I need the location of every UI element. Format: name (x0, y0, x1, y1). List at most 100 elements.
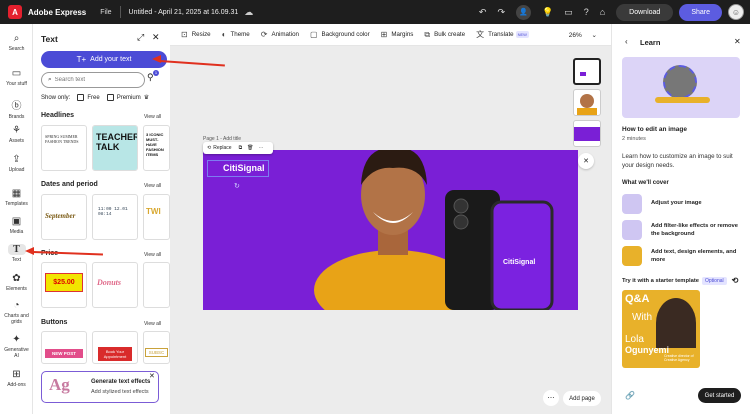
comment-icon[interactable]: ▭ (564, 7, 573, 18)
addons-icon: ⊞ (12, 369, 21, 380)
text-template-thumb[interactable]: 11:00 12.01 08:14 (92, 194, 138, 240)
search-input[interactable] (54, 77, 135, 83)
lesson-step-thumb (622, 246, 642, 266)
link-icon[interactable]: 🔗 (625, 391, 635, 400)
free-checkbox[interactable] (77, 94, 85, 101)
user-avatar[interactable]: ☺ (728, 4, 744, 20)
section-title-dates: Dates and period (41, 181, 98, 188)
arrowhead-icon (152, 55, 161, 63)
text-icon: T (7, 244, 26, 255)
margins-button[interactable]: ⊞ Margins (381, 30, 414, 39)
adobe-express-logo[interactable]: A (8, 5, 22, 19)
gift-icon[interactable]: ⌂ (600, 7, 605, 17)
cover-heading: What we'll cover (622, 180, 669, 186)
theme-button[interactable]: ◐ Theme (222, 30, 250, 39)
text-template-thumb[interactable]: 3 ICONIC MUST-HAVE FASHION ITEMS (143, 125, 170, 171)
premium-checkbox[interactable] (106, 94, 114, 101)
sparkle-icon: ✦ (12, 334, 21, 345)
cover-item[interactable]: Add text, design elements, and more (622, 246, 742, 270)
app-name: Adobe Express (28, 7, 87, 17)
rail-item-assets[interactable]: ⚘ Assets (0, 125, 33, 144)
lesson-hero-image (622, 57, 740, 118)
cover-item[interactable]: Add filter-like effects or remove the ba… (622, 220, 742, 244)
rail-item-upload[interactable]: ⇪ Upload (0, 154, 33, 173)
section-title-headlines: Headlines (41, 112, 75, 119)
text-panel: Text ⤢ ✕ T+Add your text ⌕ ⚲ 1 Show only… (33, 24, 170, 414)
text-template-thumb[interactable]: NEW POST (41, 331, 87, 364)
animation-button[interactable]: ⟳ Animation (261, 30, 299, 39)
citisignal-logo-text[interactable]: CitiSignal (223, 163, 265, 173)
page-thumbnail-1[interactable] (573, 58, 601, 85)
translate-button[interactable]: 文 Translate NEW (476, 29, 529, 40)
cover-item[interactable]: Adjust your image (622, 194, 742, 218)
collaborator-icon[interactable]: 👤 (515, 4, 531, 20)
upload-icon: ⇪ (12, 154, 21, 165)
replace-button[interactable]: Replace (213, 145, 231, 151)
rail-item-generative-ai[interactable]: ✦ Generative AI (0, 334, 33, 359)
text-template-thumb[interactable]: SUBSC (143, 331, 170, 364)
assets-icon: ⚘ (12, 125, 21, 136)
rail-item-elements[interactable]: ✿ Elements (0, 273, 33, 292)
add-page-button[interactable]: Add page (563, 391, 601, 406)
get-started-button[interactable]: Get started (698, 388, 741, 403)
text-template-thumb[interactable]: Book Your Appointment (92, 331, 138, 364)
trash-icon[interactable]: 🗑 (247, 145, 253, 151)
rail-item-media[interactable]: ▣ Media (0, 216, 33, 235)
lesson-step-thumb (622, 220, 642, 240)
help-icon[interactable]: ? (584, 7, 589, 17)
rail-item-your-stuff[interactable]: ▭ Your stuff (0, 68, 33, 87)
text-template-thumb[interactable]: Donuts (92, 262, 138, 308)
text-template-thumb[interactable]: September (41, 194, 87, 240)
more-icon[interactable]: ⋯ (259, 145, 264, 151)
rotate-handle-icon[interactable]: ↻ (234, 182, 240, 190)
zoom-dropdown[interactable]: 26% ⌄ (569, 31, 597, 39)
more-options-icon[interactable]: ⋯ (543, 390, 559, 406)
text-template-thumb[interactable]: TEACHER TALK (92, 125, 138, 171)
document-title[interactable]: Untitled - April 21, 2025 at 16.09.31 (129, 9, 239, 16)
download-button[interactable]: Download (616, 3, 674, 21)
rail-item-brands[interactable]: ⓑ Brands (0, 97, 33, 120)
view-all-dates[interactable]: View all (144, 183, 161, 189)
generate-text-effects-card[interactable]: Ag Generate text effects Add stylized te… (41, 371, 159, 403)
expand-icon[interactable]: ⤢ (137, 32, 144, 43)
page-thumbnail-3[interactable] (573, 120, 601, 147)
rail-item-templates[interactable]: ▦ Templates (0, 188, 33, 207)
starter-template-card[interactable]: Q&A With Lola Ogunyemi Creative director… (622, 290, 700, 368)
close-icon[interactable]: ✕ (578, 153, 594, 169)
close-icon[interactable]: ✕ (152, 32, 160, 43)
text-template-thumb[interactable]: $25.00 (41, 262, 87, 308)
search-field[interactable]: ⌕ (41, 72, 145, 88)
back-chevron-icon[interactable]: ‹ (625, 37, 628, 46)
rail-item-search[interactable]: ⌕ Search (0, 33, 33, 52)
redo-icon[interactable]: ↷ (497, 7, 505, 18)
text-template-thumb[interactable] (143, 262, 170, 308)
cloud-sync-icon[interactable]: ☁ (244, 7, 253, 18)
background-color-button[interactable]: ▢ Background color (310, 30, 370, 39)
text-template-thumb[interactable]: SPRING SUMMER FASHION TRENDS (41, 125, 87, 171)
gen-effects-subtitle: Add stylized text effects (91, 389, 149, 395)
close-icon[interactable]: ✕ (734, 37, 741, 46)
lightbulb-icon[interactable]: 💡 (542, 7, 553, 18)
lesson-title: How to edit an image (622, 126, 688, 133)
text-template-thumb[interactable]: TWI (143, 194, 170, 240)
file-menu[interactable]: File (100, 9, 111, 16)
bulk-create-button[interactable]: ⧉ Bulk create (424, 30, 465, 40)
rail-item-charts[interactable]: ◔ Charts and grids (0, 300, 33, 325)
page-thumbnail-2[interactable] (573, 89, 601, 116)
translate-icon: 文 (476, 30, 485, 39)
add-your-text-button[interactable]: T+ Add your text (41, 51, 167, 68)
search-icon: ⌕ (13, 33, 20, 44)
undo-icon[interactable]: ↶ (479, 7, 487, 18)
share-button[interactable]: Share (679, 3, 722, 21)
rail-item-addons[interactable]: ⊞ Add-ons (0, 369, 33, 388)
learn-panel: ‹ Learn ✕ How to edit an image 2 minutes… (611, 24, 750, 414)
crop-icon[interactable]: ⧉ (239, 145, 243, 151)
view-all-headlines[interactable]: View all (144, 114, 161, 120)
replace-icon[interactable]: ⟲ (207, 145, 211, 151)
close-icon[interactable]: ✕ (149, 372, 155, 380)
view-all-price[interactable]: View all (144, 252, 161, 258)
resize-button[interactable]: ⊡ Resize (181, 30, 211, 39)
open-template-icon[interactable]: ⟲ (732, 276, 739, 285)
view-all-buttons[interactable]: View all (144, 321, 161, 327)
top-bar: A Adobe Express File Untitled - April 21… (0, 0, 750, 24)
